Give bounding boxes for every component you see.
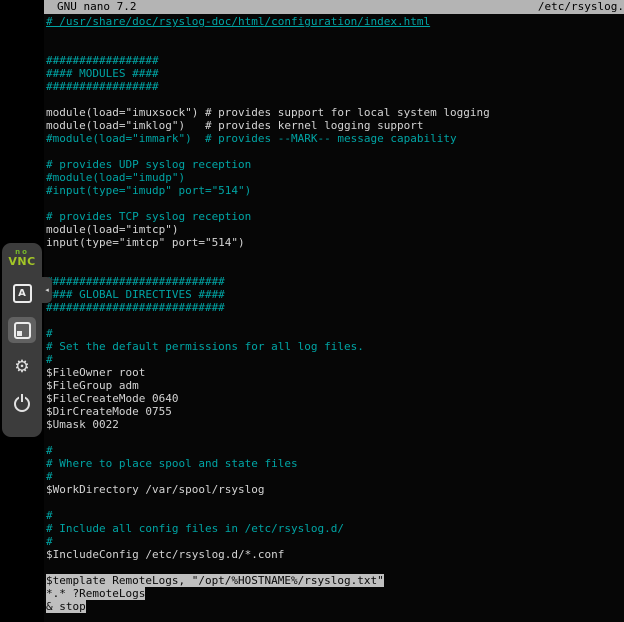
terminal-line: # [44, 444, 624, 457]
terminal-line: # Where to place spool and state files [44, 457, 624, 470]
keyboard-icon: A [13, 284, 32, 303]
terminal-line [44, 496, 624, 509]
terminal-line: $WorkDirectory /var/spool/rsyslog [44, 483, 624, 496]
nano-version: GNU nano 7.2 [57, 0, 136, 14]
nano-titlebar: GNU nano 7.2 /etc/rsyslog. [44, 0, 624, 14]
novnc-control-bar: no VNC A ⚙ [2, 243, 42, 437]
settings-button[interactable]: ⚙ [8, 354, 36, 380]
terminal-line [44, 28, 624, 41]
terminal-line: ########################### [44, 275, 624, 288]
terminal-line: ################# [44, 80, 624, 93]
fullscreen-button[interactable] [8, 317, 36, 343]
terminal-line: # provides TCP syslog reception [44, 210, 624, 223]
novnc-logo-vnc: VNC [8, 256, 35, 267]
terminal-line: # [44, 327, 624, 340]
power-icon [14, 396, 30, 412]
terminal-line: #module(load="immark") # provides --MARK… [44, 132, 624, 145]
terminal-line: module(load="imtcp") [44, 223, 624, 236]
novnc-logo: no VNC [8, 249, 35, 267]
vnc-viewport: GNU nano 7.2 /etc/rsyslog. # /usr/share/… [0, 0, 624, 622]
terminal[interactable]: GNU nano 7.2 /etc/rsyslog. # /usr/share/… [44, 0, 624, 622]
terminal-line: $Umask 0022 [44, 418, 624, 431]
collapse-arrow-icon: ◂ [45, 286, 49, 294]
terminal-line: # [44, 353, 624, 366]
control-bar-handle[interactable]: ◂ [42, 277, 52, 303]
terminal-line: # [44, 509, 624, 522]
terminal-line: #module(load="imudp") [44, 171, 624, 184]
terminal-line [44, 249, 624, 262]
terminal-line [44, 561, 624, 574]
terminal-line [44, 262, 624, 275]
terminal-line: $IncludeConfig /etc/rsyslog.d/*.conf [44, 548, 624, 561]
terminal-line: module(load="imuxsock") # provides suppo… [44, 106, 624, 119]
terminal-line: & stop [44, 600, 624, 613]
terminal-line: $FileOwner root [44, 366, 624, 379]
terminal-line [44, 41, 624, 54]
terminal-line: ################# [44, 54, 624, 67]
keyboard-button[interactable]: A [8, 280, 36, 306]
terminal-line: $template RemoteLogs, "/opt/%HOSTNAME%/r… [44, 574, 624, 587]
terminal-line [44, 93, 624, 106]
nano-filename: /etc/rsyslog. [538, 0, 624, 14]
terminal-line: $FileGroup adm [44, 379, 624, 392]
terminal-line: #input(type="imudp" port="514") [44, 184, 624, 197]
terminal-line [44, 314, 624, 327]
terminal-line: # Include all config files in /etc/rsysl… [44, 522, 624, 535]
terminal-line: *.* ?RemoteLogs [44, 587, 624, 600]
terminal-body: # /usr/share/doc/rsyslog-doc/html/config… [44, 14, 624, 613]
terminal-line: module(load="imklog") # provides kernel … [44, 119, 624, 132]
gear-icon: ⚙ [14, 359, 29, 376]
terminal-line: # provides UDP syslog reception [44, 158, 624, 171]
terminal-line: input(type="imtcp" port="514") [44, 236, 624, 249]
terminal-line: $FileCreateMode 0640 [44, 392, 624, 405]
terminal-line: #### MODULES #### [44, 67, 624, 80]
terminal-line: $DirCreateMode 0755 [44, 405, 624, 418]
terminal-line: #### GLOBAL DIRECTIVES #### [44, 288, 624, 301]
terminal-line [44, 431, 624, 444]
terminal-line [44, 145, 624, 158]
power-button[interactable] [8, 391, 36, 417]
terminal-line: ########################### [44, 301, 624, 314]
terminal-line: # /usr/share/doc/rsyslog-doc/html/config… [44, 15, 624, 28]
fullscreen-icon [14, 322, 31, 339]
terminal-line: # Set the default permissions for all lo… [44, 340, 624, 353]
terminal-line [44, 197, 624, 210]
terminal-line: # [44, 470, 624, 483]
terminal-line: # [44, 535, 624, 548]
